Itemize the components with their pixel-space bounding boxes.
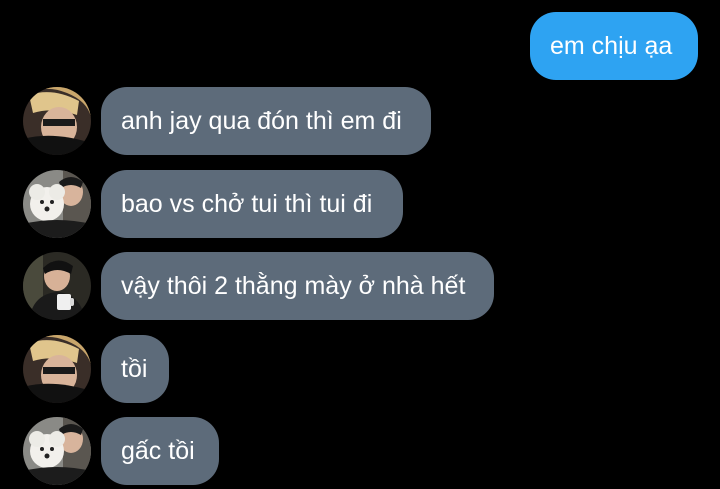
incoming-message-bubble[interactable]: tồi: [101, 335, 169, 403]
message-text: bao vs chở tui thì tui đi: [121, 189, 373, 218]
outgoing-message-bubble[interactable]: em chịu ạa: [530, 12, 698, 80]
incoming-message-bubble[interactable]: vậy thôi 2 thằng mày ở nhà hết: [101, 252, 494, 320]
avatar-blond-boy[interactable]: [23, 87, 91, 155]
avatar-boy-with-cup[interactable]: [23, 252, 91, 320]
incoming-message-bubble[interactable]: anh jay qua đón thì em đi: [101, 87, 431, 155]
chat-screen: { "messages": [ {"direction": "outgoing"…: [0, 0, 720, 489]
incoming-message-bubble[interactable]: bao vs chở tui thì tui đi: [101, 170, 403, 238]
message-text: vậy thôi 2 thằng mày ở nhà hết: [121, 271, 466, 300]
incoming-message-bubble[interactable]: gấc tồi: [101, 417, 219, 485]
message-text: em chịu ạa: [550, 31, 673, 60]
message-text: gấc tồi: [121, 436, 195, 465]
message-text: anh jay qua đón thì em đi: [121, 106, 402, 135]
avatar-blond-boy[interactable]: [23, 335, 91, 403]
avatar-boy-with-dog[interactable]: [23, 170, 91, 238]
message-text: tồi: [121, 354, 148, 383]
avatar-boy-with-dog[interactable]: [23, 417, 91, 485]
